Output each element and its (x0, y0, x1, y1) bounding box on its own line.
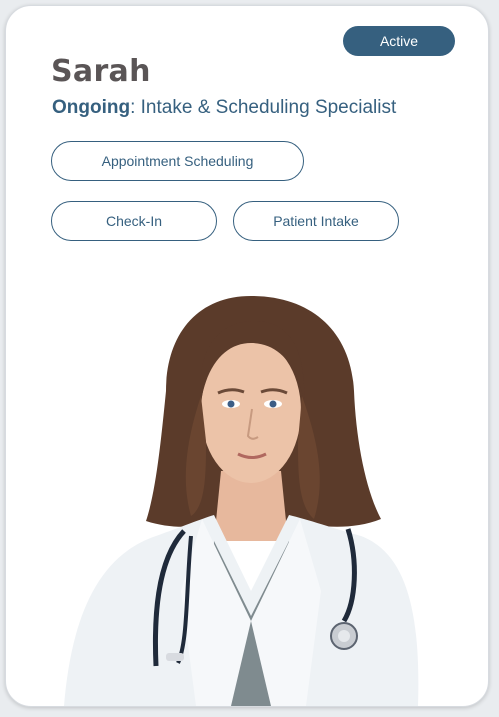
role-separator: : (130, 97, 136, 118)
role-line: Ongoing: Intake & Scheduling Specialist (52, 97, 396, 119)
status-badge: Active (343, 26, 455, 56)
skill-chip-appointment-scheduling[interactable]: Appointment Scheduling (51, 141, 304, 181)
agent-name: Sarah (51, 54, 151, 89)
doctor-portrait (64, 296, 419, 706)
profile-card: Active Sarah Ongoing: Intake & Schedulin… (5, 5, 489, 707)
skill-chip-patient-intake[interactable]: Patient Intake (233, 201, 399, 241)
role-title: Intake & Scheduling Specialist (140, 97, 397, 118)
role-status: Ongoing (52, 97, 131, 118)
skill-chip-check-in[interactable]: Check-In (51, 201, 217, 241)
